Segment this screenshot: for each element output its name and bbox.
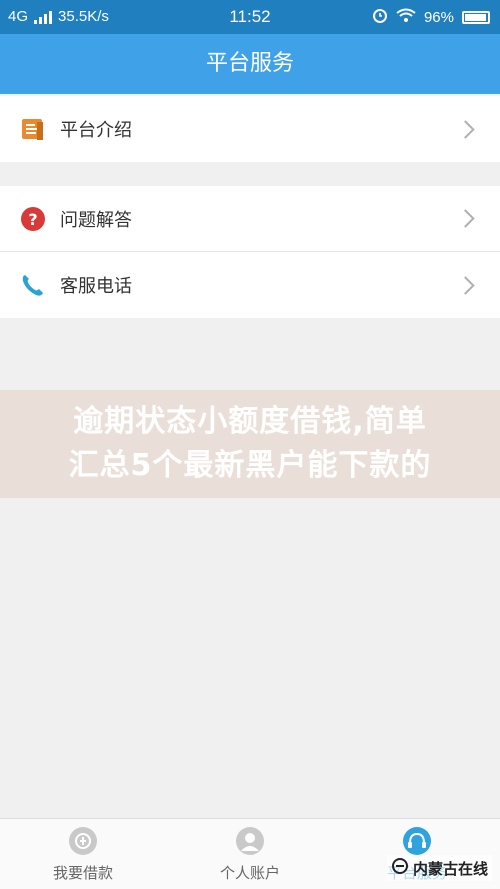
svg-text:?: ? <box>28 210 37 229</box>
brand-watermark: 内蒙古在线 <box>386 855 492 881</box>
headset-icon <box>403 827 431 855</box>
tab-label: 个人账户 <box>219 864 280 882</box>
menu-group-support: ? 问题解答 客服电话 <box>0 186 500 318</box>
phone-icon <box>20 272 46 298</box>
status-bar: 4G 35.5K/s 11:52 96% <box>0 0 500 34</box>
watermark-line-1: 逾期状态小额度借钱,简单 <box>73 404 427 439</box>
battery-level: 96% <box>423 8 454 26</box>
battery-icon <box>462 10 490 24</box>
menu-item-customer-phone[interactable]: 客服电话 <box>0 252 500 318</box>
loan-icon <box>69 827 97 855</box>
menu-item-label: 问题解答 <box>60 209 132 231</box>
menu-item-platform-intro[interactable]: 平台介绍 <box>0 96 500 162</box>
chevron-right-icon <box>456 119 475 139</box>
menu-item-faq[interactable]: ? 问题解答 <box>0 186 500 252</box>
user-icon <box>236 827 264 855</box>
question-icon: ? <box>20 206 46 232</box>
document-icon <box>20 116 46 142</box>
watermark-line-2: 汇总5个最新黑户能下款的 <box>68 448 432 483</box>
alarm-icon <box>372 7 388 27</box>
page-title: 平台服务 <box>0 34 500 94</box>
wifi-icon <box>396 8 416 27</box>
menu-item-label: 客服电话 <box>60 276 132 297</box>
menu-item-label: 平台介绍 <box>60 120 132 141</box>
tab-label: 我要借款 <box>52 864 113 882</box>
chevron-right-icon <box>456 209 475 228</box>
brand-logo-icon <box>391 857 409 879</box>
tab-account[interactable]: 个人账户 <box>167 819 333 889</box>
chevron-right-icon <box>456 275 475 295</box>
brand-text: 内蒙古在线 <box>412 859 488 878</box>
watermark-banner: 逾期状态小额度借钱,简单 汇总5个最新黑户能下款的 <box>0 390 500 498</box>
tab-loan[interactable]: 我要借款 <box>0 819 166 889</box>
menu-group-platform: 平台介绍 <box>0 96 500 162</box>
